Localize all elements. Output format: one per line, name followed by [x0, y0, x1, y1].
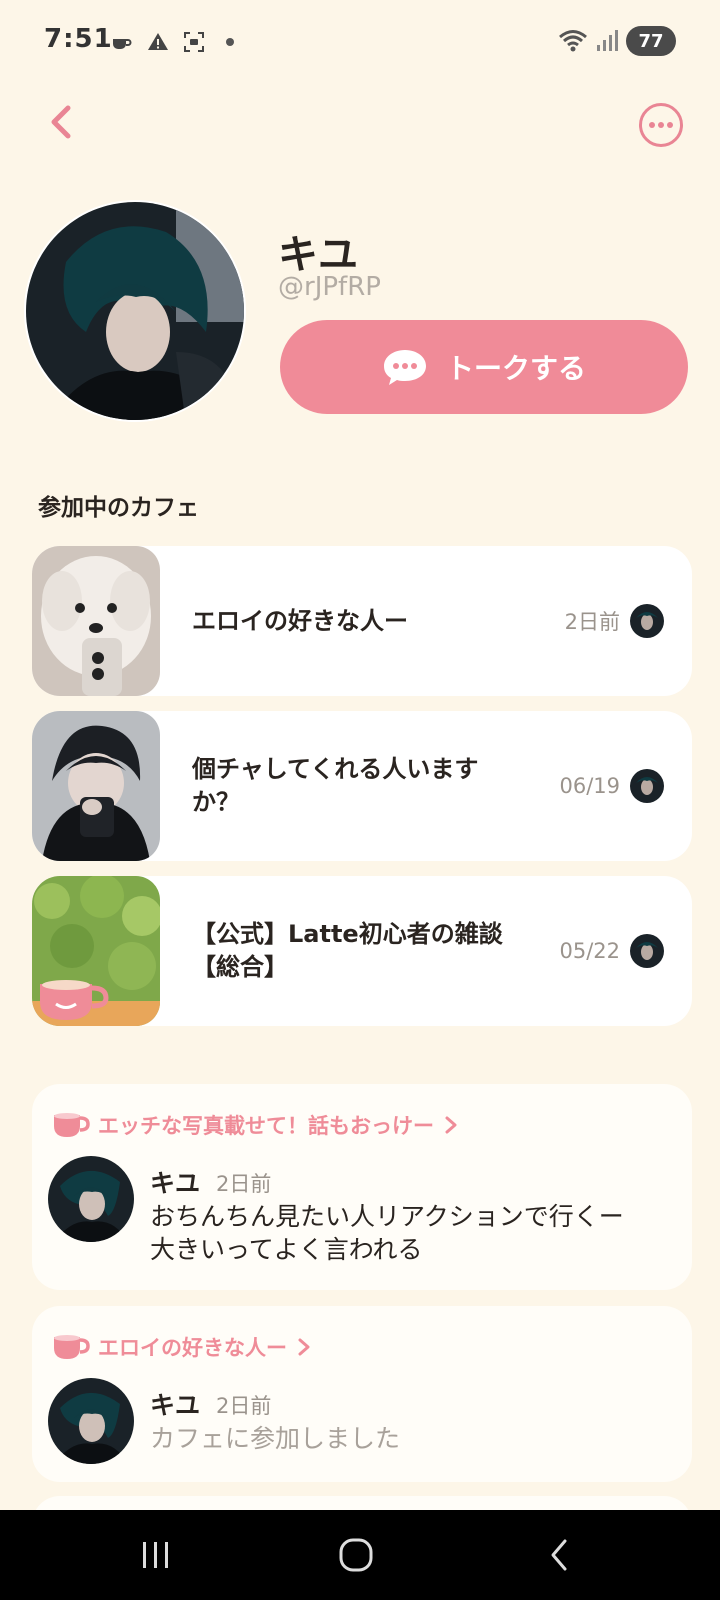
coffee-icon [113, 39, 132, 49]
activity-time: 2日前 [216, 1172, 272, 1196]
more-options-button[interactable] [638, 102, 684, 148]
activity-cafe-link[interactable]: エッチな写真載せて！話もおっけー [52, 1110, 460, 1140]
cup-icon [54, 1335, 90, 1359]
cafe-thumbnail [32, 876, 160, 1026]
cafe-card[interactable]: 個チャしてくれる人いますか？ 06/19 [32, 711, 692, 861]
system-back-button[interactable] [530, 1530, 590, 1580]
chevron-right-icon [298, 1338, 310, 1356]
status-icons-left [110, 30, 242, 54]
member-avatar [630, 769, 664, 803]
activity-user-avatar[interactable] [48, 1156, 134, 1242]
more-horizontal-icon [639, 103, 683, 147]
activity-text: カフェに参加しました [150, 1424, 401, 1453]
activity-cafe-name: エッチな写真載せて！話もおっけー [98, 1114, 434, 1138]
activity-card[interactable]: エロイの好きな人ー キユ 2日前 カフェに参加しました [32, 1306, 692, 1482]
warning-icon [148, 33, 168, 50]
chevron-left-icon [51, 105, 71, 139]
recent-apps-button[interactable] [126, 1530, 186, 1580]
activity-time: 2日前 [216, 1394, 272, 1418]
profile-avatar[interactable] [24, 200, 246, 422]
chevron-right-icon [445, 1116, 457, 1134]
profile-screen: 7:51 77 キユ @rJPfRP トークする 参加中のカフェ エロイの好きな… [0, 0, 720, 1600]
cafe-date: 05/22 [559, 939, 620, 963]
recent-apps-icon [143, 1542, 168, 1568]
system-nav-bar [0, 1510, 720, 1600]
cafe-card[interactable]: エロイの好きな人ー 2日前 [32, 546, 692, 696]
activity-cafe-name: エロイの好きな人ー [98, 1336, 287, 1360]
activity-user-name: キユ [150, 1169, 201, 1198]
back-button[interactable] [40, 98, 84, 150]
activity-user-name: キユ [150, 1391, 201, 1420]
dot-icon [226, 38, 234, 46]
screenshot-icon [184, 32, 204, 52]
cafe-title: 個チャしてくれる人いますか？ [192, 755, 479, 816]
activity-card[interactable]: エッチな写真載せて！話もおっけー キユ 2日前 おちんちん見たい人リアクションで… [32, 1084, 692, 1290]
status-bar: 7:51 77 [0, 0, 720, 84]
member-avatar [630, 604, 664, 638]
wifi-icon [559, 30, 587, 52]
cup-icon [54, 1113, 90, 1137]
home-button[interactable] [326, 1530, 386, 1580]
status-right: 77 [558, 26, 676, 56]
back-arrow-icon [551, 1539, 567, 1571]
profile-handle: @rJPfRP [278, 272, 381, 302]
cafe-card[interactable]: 【公式】Latte初心者の雑談【総合】 05/22 [32, 876, 692, 1026]
avatar-image [26, 202, 244, 420]
signal-icon [597, 30, 618, 51]
cafe-thumbnail [32, 711, 160, 861]
cafe-date: 06/19 [559, 774, 620, 798]
battery-indicator: 77 [626, 26, 676, 56]
activity-cafe-link[interactable]: エロイの好きな人ー [52, 1332, 313, 1362]
joined-cafes-title: 参加中のカフェ [38, 495, 199, 521]
activity-user-avatar[interactable] [48, 1378, 134, 1464]
member-avatar [630, 934, 664, 968]
cafe-date: 2日前 [564, 610, 620, 634]
talk-button[interactable]: トークする [280, 320, 688, 414]
cafe-title: 【公式】Latte初心者の雑談【総合】 [192, 920, 503, 981]
status-time: 7:51 [44, 24, 113, 54]
talk-button-label: トークする [445, 352, 586, 385]
chat-bubble-icon [383, 350, 426, 385]
home-icon [339, 1538, 373, 1572]
cafe-title: エロイの好きな人ー [192, 606, 408, 635]
cafe-thumbnail [32, 546, 160, 696]
activity-text: おちんちん見たい人リアクションで行くー 大きいってよく言われる [150, 1202, 624, 1264]
